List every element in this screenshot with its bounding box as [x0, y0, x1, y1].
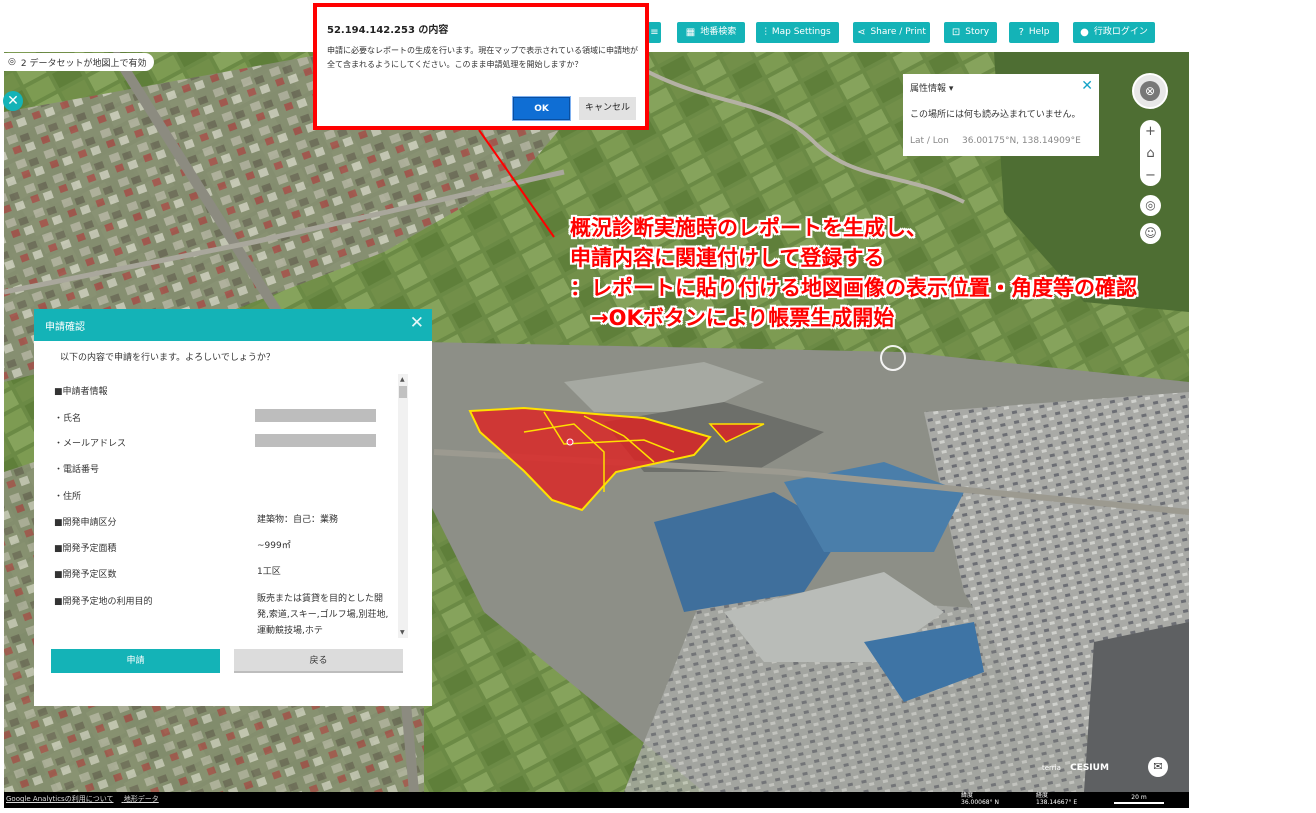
- confirm-dialog: 52.194.142.253 の内容 申請に必要なレポートの生成を行います。現在…: [313, 3, 649, 130]
- latlon-value: 36.00175°N, 138.14909°E: [962, 136, 1081, 146]
- annotation-line-3: ：レポートに貼り付ける地図画像の表示位置・角度等の確認: [570, 276, 1137, 300]
- latlon-label: Lat / Lon: [910, 136, 949, 146]
- map-settings-label: Map Settings: [771, 27, 831, 37]
- help-icon: ?: [1018, 27, 1024, 38]
- parcel-search-button[interactable]: ▦ 地番検索: [677, 22, 745, 43]
- toolbar-partial-button[interactable]: ≡: [648, 22, 661, 43]
- chevron-down-icon: ▾: [948, 84, 954, 94]
- story-button[interactable]: ⊡ Story: [944, 22, 997, 43]
- annotation-line-1: 概況診断実施時のレポートを生成し、: [570, 216, 927, 240]
- scroll-up-icon[interactable]: ▲: [400, 376, 405, 383]
- longitude-readout: 経度 138.14667° E: [1036, 792, 1077, 806]
- row-key: ・住所: [54, 492, 82, 502]
- longitude-value: 138.14667° E: [1036, 799, 1078, 806]
- distance-scale: 20 m: [1114, 794, 1164, 804]
- annotation-line-2: 申請内容に関連付けして登録する: [570, 246, 885, 270]
- latitude-readout: 緯度 36.00068° N: [961, 792, 999, 806]
- analytics-link[interactable]: Google Analyticsの利用について: [6, 795, 114, 803]
- home-icon[interactable]: ⌂: [1146, 146, 1154, 161]
- scrollbar[interactable]: ▲ ▼: [398, 374, 408, 638]
- cesium-logo: CESIUM: [1070, 763, 1109, 773]
- zoom-control: + ⌂ −: [1140, 120, 1161, 186]
- feedback-chat-icon[interactable]: ✉: [1148, 757, 1168, 777]
- annotation-line-4: →OKボタンにより帳票生成開始: [570, 306, 895, 330]
- row-key: ■開発予定面積: [54, 544, 117, 554]
- row-value: 販売または賃貸を目的とした開発,索道,スキー,ゴルフ場,別荘地,運動競技場,ホテ: [257, 594, 389, 636]
- admin-login-label: 行政ログイン: [1093, 27, 1148, 37]
- dialog-cancel-button[interactable]: キャンセル: [579, 97, 636, 120]
- latitude-value: 36.00068° N: [961, 799, 1000, 806]
- redacted-value: [255, 409, 376, 422]
- locate-icon[interactable]: ◎: [1140, 195, 1161, 216]
- row-value: ~999㎡: [257, 541, 291, 551]
- scrollbar-thumb[interactable]: [399, 386, 407, 398]
- share-icon: ⋖: [857, 27, 866, 38]
- scale-line: [1114, 802, 1164, 804]
- story-label: Story: [965, 27, 990, 37]
- close-icon[interactable]: ✕: [1081, 78, 1093, 94]
- scroll-down-icon[interactable]: ▼: [400, 629, 405, 636]
- row-key: ■開発予定区数: [54, 570, 117, 580]
- row-value: 建築物：自己：業務: [257, 515, 339, 525]
- feature-info-panel: 属性情報 ▾ ✕ この場所には何も読み込まれていません。 Lat / Lon 3…: [903, 74, 1099, 156]
- zoom-in-icon[interactable]: +: [1145, 124, 1156, 139]
- row-key: ・電話番号: [54, 465, 100, 475]
- share-print-label: Share / Print: [870, 27, 926, 37]
- admin-login-button[interactable]: ● 行政ログイン: [1073, 22, 1155, 43]
- panel-header: 申請確認 ✕: [34, 309, 432, 341]
- panel-intro: 以下の内容で申請を行います。よろしいでしょうか？: [60, 353, 275, 363]
- layers-icon: ≡: [650, 27, 659, 38]
- feature-info-message: この場所には何も読み込まれていません。: [910, 110, 1081, 120]
- feature-info-title-text: 属性情報: [910, 84, 947, 94]
- row-key: ■申請者情報: [54, 387, 108, 397]
- active-datasets-badge[interactable]: ◎ 2 データセットが地図上で有効: [2, 53, 154, 71]
- terria-logo: terria: [1042, 764, 1061, 772]
- terrain-data-link[interactable]: 地形データ: [124, 795, 159, 803]
- close-workbench-icon[interactable]: ✕: [3, 91, 23, 111]
- feature-info-title[interactable]: 属性情報 ▾: [910, 81, 953, 94]
- map-credits[interactable]: terria CESIUM: [1042, 763, 1109, 773]
- user-icon: ●: [1080, 27, 1089, 38]
- dialog-ok-button[interactable]: OK: [512, 96, 571, 121]
- compass-control[interactable]: ⊗: [1132, 73, 1168, 109]
- dialog-title: 52.194.142.253 の内容: [327, 25, 449, 36]
- apply-confirm-panel: 申請確認 ✕ 以下の内容で申請を行います。よろしいでしょうか？ ■申請者情報 ・…: [34, 309, 432, 706]
- close-icon[interactable]: ✕: [410, 313, 424, 333]
- apply-button[interactable]: 申請: [51, 649, 220, 673]
- share-print-button[interactable]: ⋖ Share / Print: [853, 22, 930, 43]
- redacted-value: [255, 434, 376, 447]
- longitude-label: 経度: [1036, 792, 1049, 799]
- story-icon: ⊡: [951, 27, 961, 38]
- row-key: ■開発予定地の利用目的: [54, 597, 153, 607]
- scale-label: 20 m: [1131, 794, 1147, 801]
- row-value: 1工区: [257, 567, 281, 577]
- dialog-message: 申請に必要なレポートの生成を行います。現在マップで表示されている領域に申請地が全…: [327, 46, 638, 69]
- footer-links: Google Analyticsの利用について 地形データ: [6, 794, 167, 804]
- panel-title: 申請確認: [45, 322, 85, 333]
- latitude-label: 緯度: [961, 792, 974, 799]
- layers-status-icon: ◎: [8, 57, 16, 67]
- pedestrian-icon[interactable]: ☺: [1140, 223, 1161, 244]
- application-summary-list: ■申請者情報 ・氏名 ・メールアドレス ・電話番号 ・住所 ■開発申請区分 建築…: [54, 377, 404, 639]
- back-button[interactable]: 戻る: [234, 649, 403, 673]
- sliders-icon: ⫶: [764, 27, 767, 38]
- row-key: ・メールアドレス: [54, 439, 127, 449]
- help-label: Help: [1028, 27, 1050, 37]
- active-datasets-text: 2 データセットが地図上で有効: [20, 58, 147, 69]
- building-icon: ▦: [685, 27, 696, 38]
- annotation-text: 概況診断実施時のレポートを生成し、 申請内容に関連付けして登録する ：レポートに…: [570, 213, 1137, 333]
- help-button[interactable]: ? Help: [1009, 22, 1059, 43]
- zoom-out-icon[interactable]: −: [1145, 168, 1156, 183]
- parcel-search-label: 地番検索: [700, 27, 737, 37]
- compass-icon: ⊗: [1140, 81, 1160, 101]
- row-key: ・氏名: [54, 414, 82, 424]
- row-key: ■開発申請区分: [54, 518, 117, 528]
- status-bar: Google Analyticsの利用について 地形データ 緯度 36.0006…: [4, 792, 1189, 808]
- map-settings-button[interactable]: ⫶ Map Settings: [756, 22, 839, 43]
